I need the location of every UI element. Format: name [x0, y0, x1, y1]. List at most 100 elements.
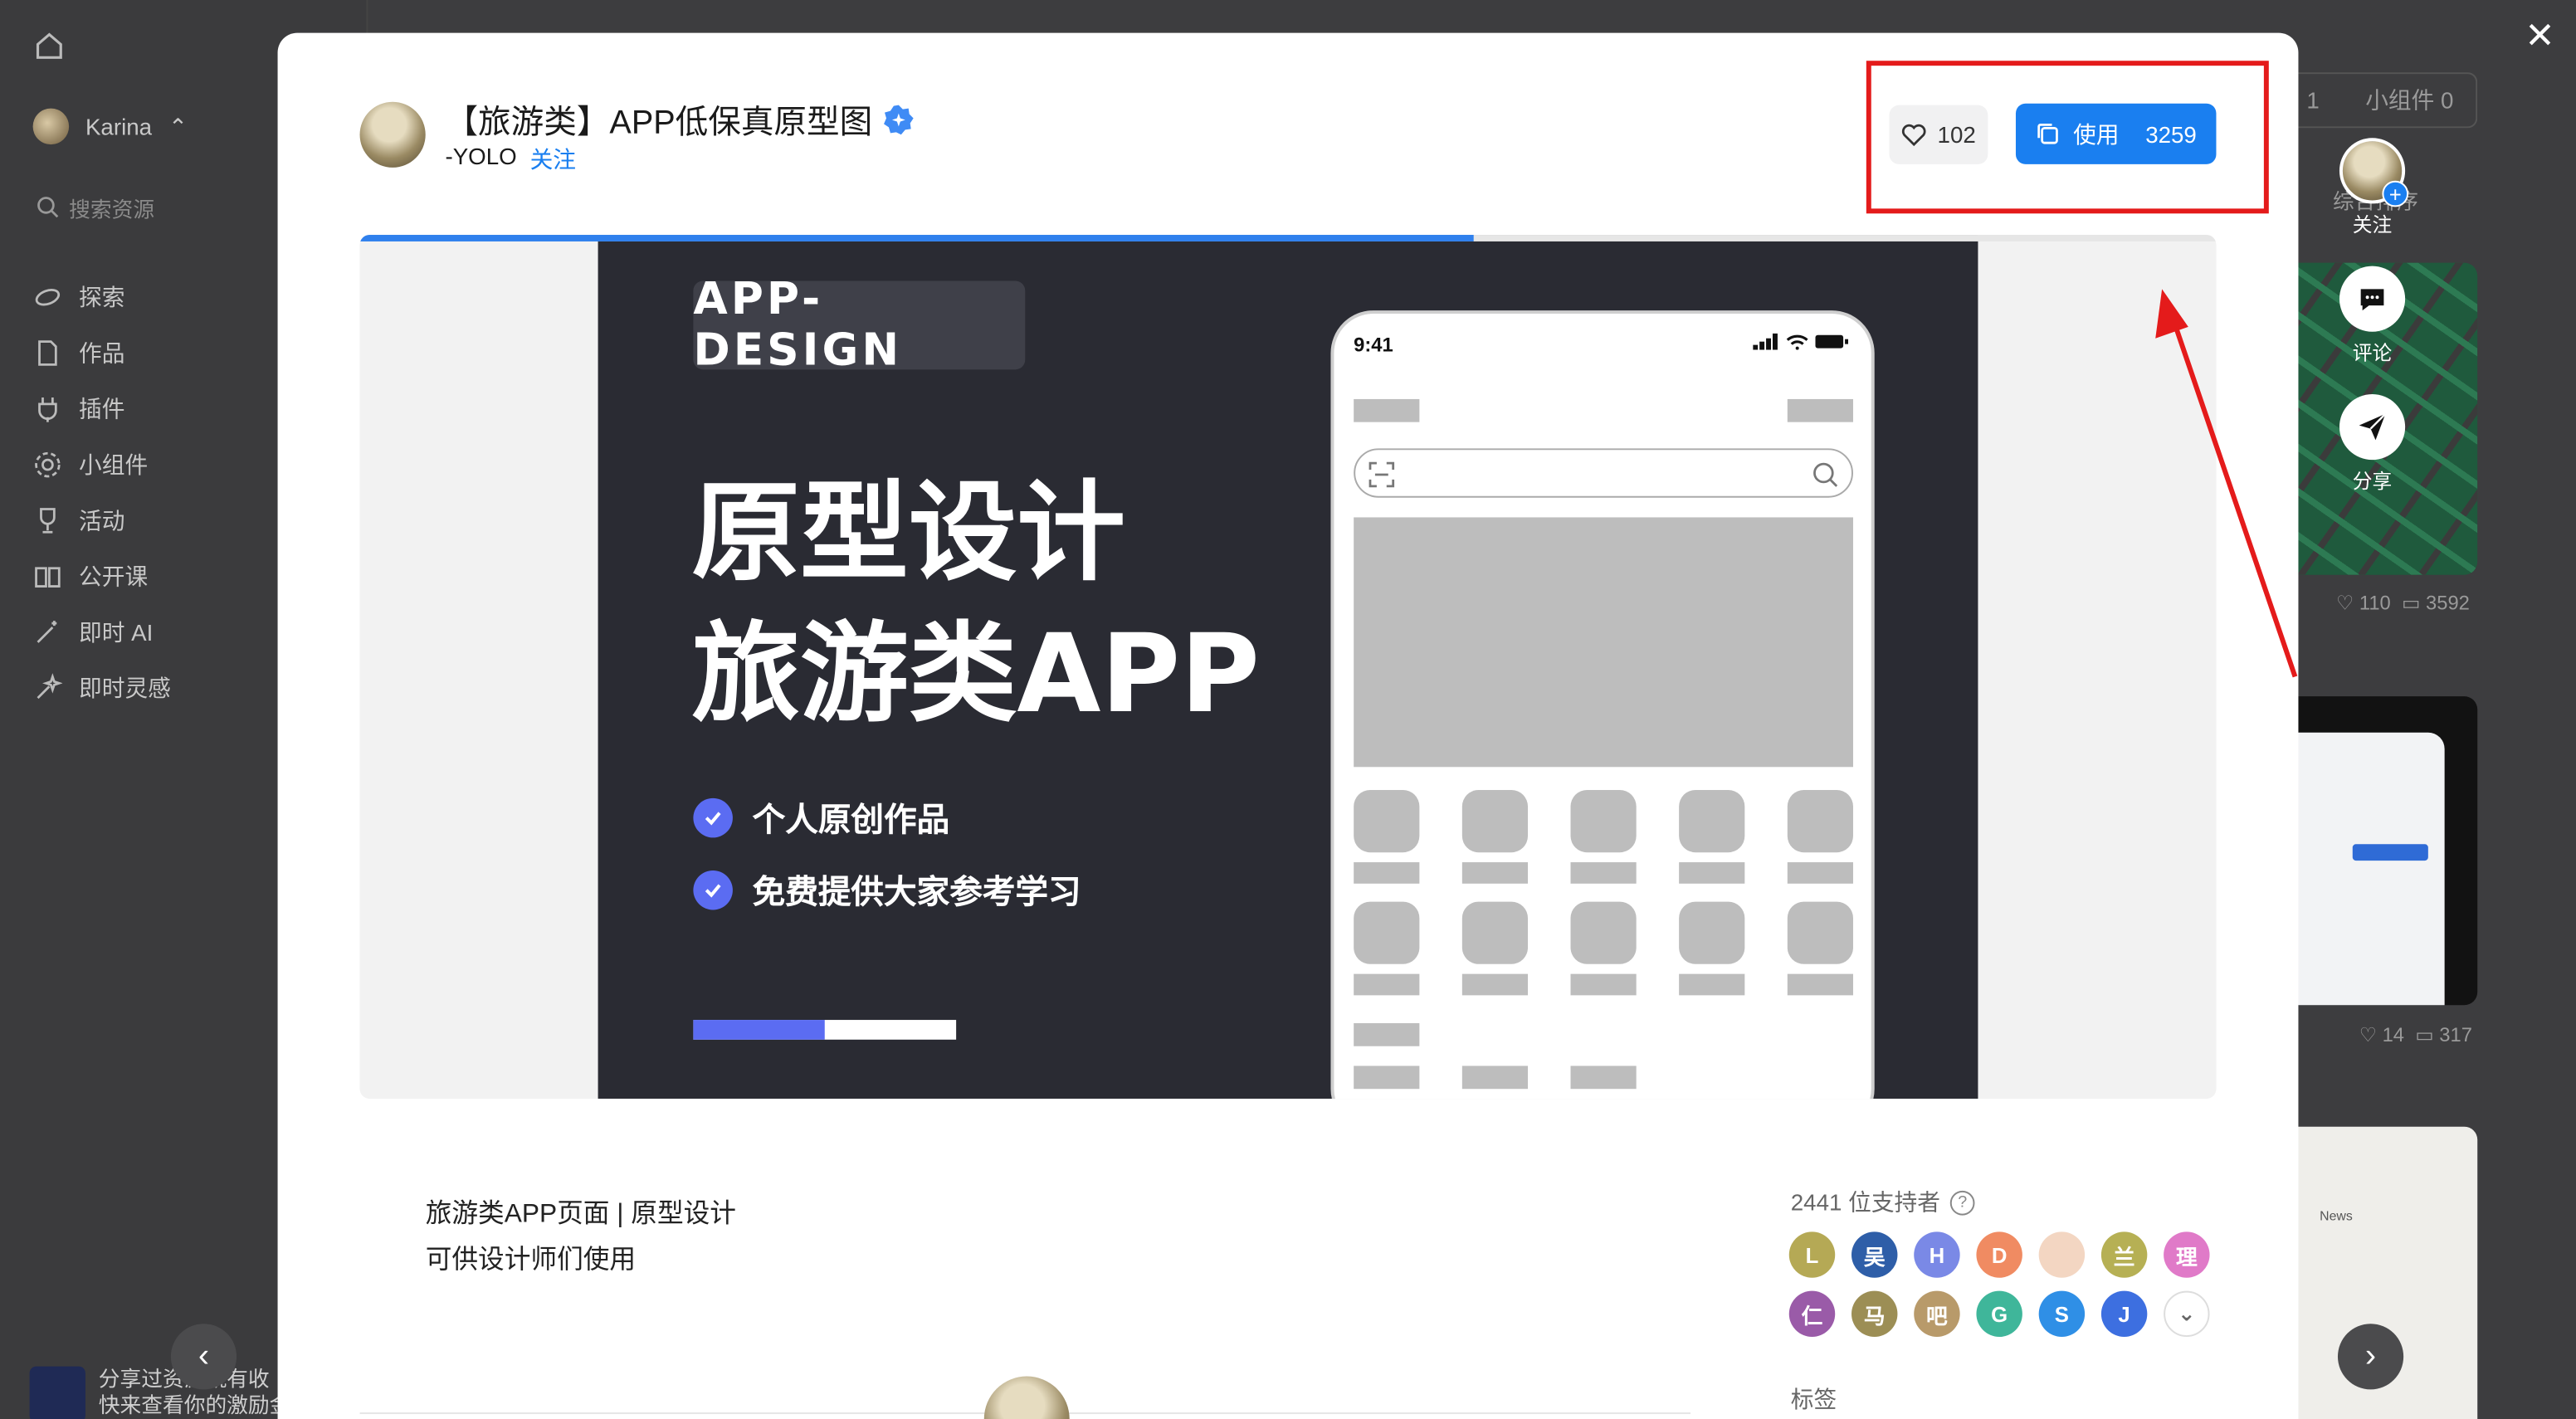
promo-banner[interactable]: 分享过资源就有收 快来查看你的激励金 — [29, 1366, 291, 1419]
poster-headline: 原型设计 — [691, 470, 1126, 597]
battery-icon — [1815, 334, 1849, 349]
author-name[interactable]: -YOLO — [445, 143, 516, 176]
next-arrow-button[interactable]: › — [2337, 1324, 2404, 1390]
sparkle-icon — [37, 673, 63, 700]
sidebar-item-widgets[interactable]: 小组件 — [33, 446, 171, 483]
wireframe-block — [1354, 1065, 1420, 1090]
sidebar-item-events[interactable]: 活动 — [33, 503, 171, 539]
wireframe-label — [1570, 973, 1637, 996]
resource-title: 【旅游类】APP低保真原型图 — [445, 105, 873, 142]
card-stats: ♡ 14 ▭ 317 — [2359, 1023, 2472, 1046]
close-icon[interactable]: ✕ — [2520, 16, 2560, 56]
sidebar-item-label: 即时灵感 — [79, 675, 171, 702]
sidebar-item-plugins[interactable]: 插件 — [33, 391, 171, 427]
sidebar-item-ai[interactable]: 即时 AI — [33, 614, 171, 651]
supporters-avatars: L 吴 H D 兰理仁马吧 G S J ⌄ — [1788, 1231, 2249, 1338]
wireframe-label — [1461, 862, 1529, 884]
book-icon — [35, 567, 61, 588]
supporter-avatar[interactable]: S — [2038, 1290, 2086, 1338]
wireframe-label — [1679, 862, 1745, 884]
wireframe-icon — [1461, 901, 1529, 964]
author-avatar-large[interactable] — [983, 1376, 1070, 1419]
share-button[interactable] — [2339, 394, 2406, 461]
preview-image[interactable]: APP-DESIGN 原型设计 旅游类APP 个人原创作品 免费提供大家参考学习… — [359, 235, 2217, 1100]
poster-tag: APP-DESIGN — [693, 275, 1026, 376]
chevron-down-icon[interactable]: ⌄ — [2164, 1290, 2210, 1338]
background-card[interactable] — [2296, 696, 2478, 1006]
supporter-avatar[interactable]: 理 — [2164, 1231, 2210, 1278]
supporter-avatar[interactable]: 马 — [1852, 1290, 1898, 1338]
use-button[interactable]: 使用 3259 — [2015, 103, 2217, 164]
supporter-avatar[interactable]: G — [1976, 1290, 2022, 1338]
wireframe-block — [1570, 1065, 1637, 1090]
sidebar-item-explore[interactable]: 探索 — [33, 279, 171, 315]
wireframe-icon — [1354, 789, 1420, 853]
tab-partial[interactable]: 1 — [2306, 87, 2319, 114]
magic-wand-icon — [37, 621, 57, 643]
supporter-avatar[interactable]: L — [1788, 1231, 1836, 1278]
supporter-avatar[interactable]: 仁 — [1788, 1290, 1836, 1338]
home-icon[interactable] — [33, 30, 66, 63]
wireframe-label — [1354, 862, 1420, 884]
author-avatar[interactable] — [359, 101, 426, 168]
verified-badge-icon — [884, 104, 914, 134]
sidebar-item-works[interactable]: 作品 — [33, 335, 171, 372]
avatar — [32, 108, 70, 145]
sidebar-item-label: 公开课 — [79, 563, 149, 590]
wireframe-icon — [1461, 789, 1529, 853]
help-icon[interactable]: ? — [1949, 1189, 1975, 1215]
copy-icon — [2037, 124, 2058, 144]
like-count: 102 — [1937, 121, 1976, 149]
supporter-avatar[interactable]: 吧 — [1914, 1290, 1960, 1338]
supporters-header: 2441 位支持者 ? — [1791, 1186, 1975, 1219]
sidebar-item-inspiration[interactable]: 即时灵感 — [33, 670, 171, 707]
scan-icon — [1368, 461, 1395, 488]
tags-label: 标签 — [1790, 1386, 1837, 1413]
promo-line: 快来查看你的激励金 — [98, 1392, 291, 1418]
poster-feature: 免费提供大家参考学习 — [693, 866, 1081, 913]
comment-count: 3592 — [2426, 591, 2470, 615]
side-author-avatar[interactable]: + — [2339, 138, 2409, 207]
supporter-avatar[interactable]: H — [1914, 1231, 1960, 1278]
wifi-icon — [1786, 334, 1808, 350]
screen: Karina ⌃ 搜索资源 探索 作品 插件 小组件 活动 公开课 即时 AI … — [0, 0, 2576, 1419]
signal-icon — [1753, 333, 1778, 350]
supporter-avatar[interactable]: 吴 — [1852, 1231, 1898, 1278]
card-stats: ♡ 110 ▭ 3592 — [2335, 591, 2470, 615]
comment-icon — [2360, 289, 2384, 311]
wireframe-label — [1787, 862, 1853, 884]
description-line: 旅游类APP页面 | 原型设计 — [425, 1200, 737, 1229]
poster: APP-DESIGN 原型设计 旅游类APP 个人原创作品 免费提供大家参考学习… — [598, 235, 1978, 1100]
supporter-avatar[interactable]: J — [2100, 1290, 2148, 1338]
side-follow-label[interactable]: 关注 — [2353, 210, 2393, 236]
poster-feature-text: 个人原创作品 — [752, 802, 950, 840]
poster-bar-fill — [693, 1020, 825, 1040]
sidebar-item-label: 小组件 — [79, 451, 149, 478]
sidebar-item-courses[interactable]: 公开课 — [33, 558, 171, 595]
user-switcher[interactable]: Karina ⌃ — [32, 108, 188, 145]
search-icon — [1813, 462, 1838, 487]
comment-button[interactable] — [2339, 266, 2406, 332]
tab-widgets[interactable]: 小组件 0 — [2365, 84, 2453, 117]
supporter-avatar[interactable]: 兰 — [2100, 1231, 2148, 1278]
supporter-avatar[interactable] — [2038, 1231, 2086, 1278]
wireframe-icon — [1354, 901, 1420, 964]
plus-icon: + — [2382, 180, 2409, 207]
sidebar-item-label: 即时 AI — [79, 619, 154, 646]
wireframe-label — [1354, 973, 1420, 996]
resource-title-row: 【旅游类】APP低保真原型图 — [445, 95, 915, 143]
follow-link[interactable]: 关注 — [530, 143, 576, 176]
prev-arrow-button[interactable]: ‹ — [170, 1324, 237, 1390]
username: Karina — [85, 113, 153, 140]
card-news-label: News — [2320, 1208, 2353, 1224]
compass-icon — [35, 289, 61, 306]
like-button[interactable]: 102 — [1889, 105, 1988, 164]
description: 旅游类APP页面 | 原型设计 可供设计师们使用 — [426, 1192, 736, 1285]
supporter-avatar[interactable]: D — [1976, 1231, 2022, 1278]
sidebar-item-label: 探索 — [79, 284, 125, 311]
resource-modal: 【旅游类】APP低保真原型图 -YOLO 关注 102 使用 3259 APP-… — [277, 32, 2299, 1419]
wireframe-icon — [1570, 901, 1637, 964]
like-count: 14 — [2382, 1023, 2405, 1046]
trophy-icon — [40, 508, 56, 534]
chevron-right-icon: › — [2364, 1338, 2377, 1374]
